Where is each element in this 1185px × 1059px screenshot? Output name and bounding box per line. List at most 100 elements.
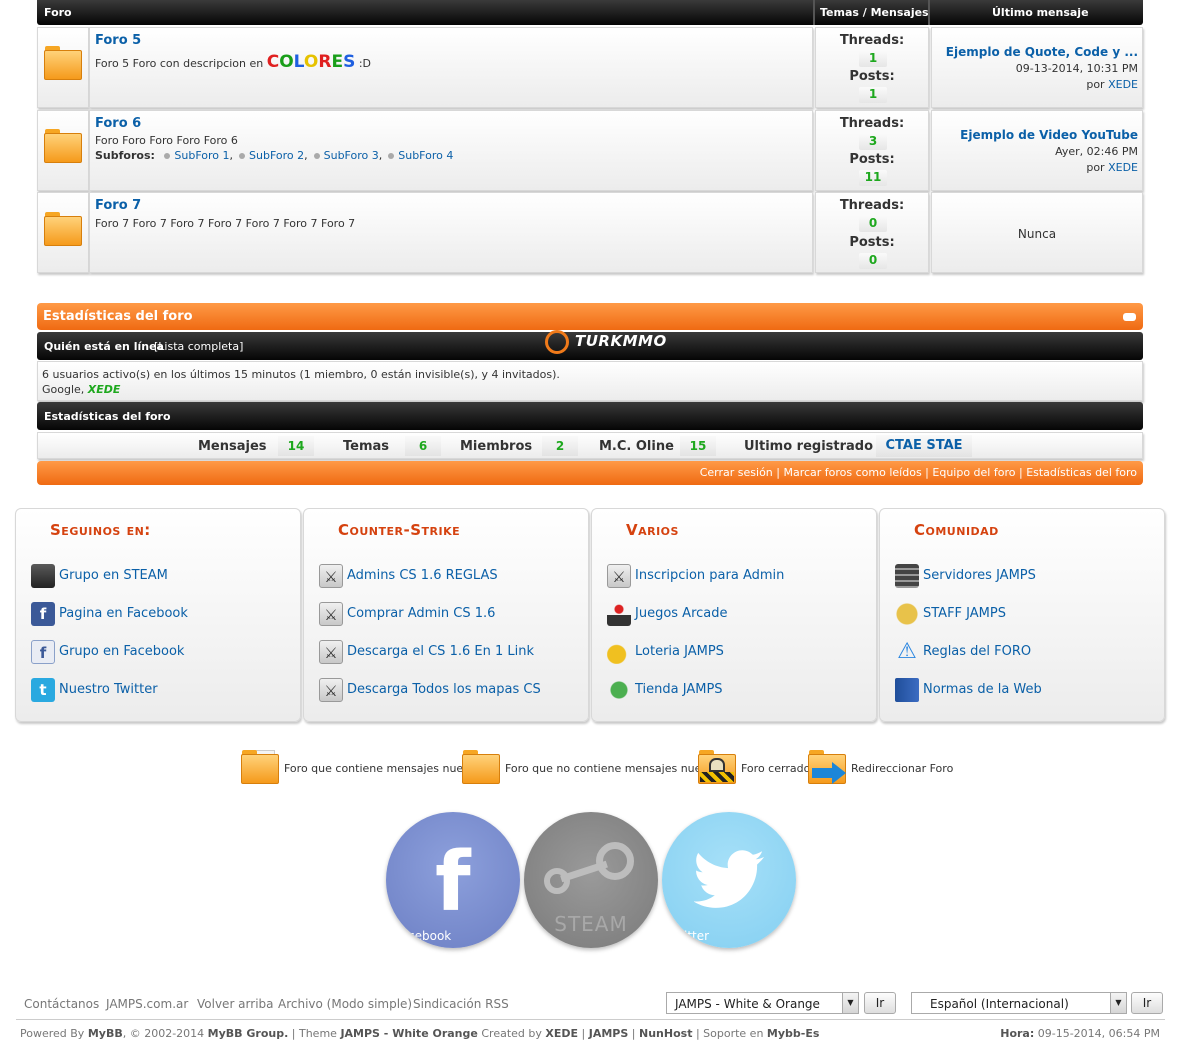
language-go-button[interactable]: Ir	[1131, 992, 1163, 1014]
folder-icon	[44, 46, 82, 80]
cs-icon: ⚔	[319, 564, 343, 588]
collapse-icon[interactable]	[1123, 313, 1136, 321]
subforum-link[interactable]: SubForo 3	[324, 149, 379, 162]
stats-footer-link[interactable]: Estadísticas del foro	[1026, 466, 1137, 479]
posts-label: Posts:	[849, 235, 895, 250]
footer-link[interactable]: JAMPS.com.ar	[106, 997, 188, 1011]
link-label: Inscripcion para Admin	[635, 568, 785, 583]
link-column-item[interactable]: ⚔ Descarga Todos los mapas CS	[319, 678, 584, 702]
link-column-item[interactable]: Tienda JAMPS	[607, 678, 872, 702]
link-column-item[interactable]: Juegos Arcade	[607, 602, 872, 626]
theme-name: JAMPS - White Orange	[340, 1027, 478, 1040]
twitter-social-button[interactable]: itter	[662, 812, 796, 948]
posts-label: Posts:	[849, 152, 895, 167]
forum-title-link[interactable]: Foro 7	[95, 198, 141, 213]
folder-new-icon	[241, 750, 279, 784]
link-column-item[interactable]: Loteria JAMPS	[607, 640, 872, 664]
footer-link[interactable]: Archivo (Modo simple)	[278, 997, 412, 1011]
link-column-item[interactable]: Normas de la Web	[895, 678, 1160, 702]
stat-label: M.C. Oline	[599, 439, 674, 454]
forum-description: Foro 5 Foro con descripcion en COLORES :…	[95, 52, 371, 72]
subforum-link[interactable]: SubForo 4	[398, 149, 453, 162]
cart-icon	[607, 678, 631, 702]
last-post-user[interactable]: XEDE	[1108, 161, 1138, 174]
footer-link[interactable]: Sindicación RSS	[413, 997, 509, 1011]
mybb-group-link[interactable]: MyBB Group.	[208, 1027, 289, 1040]
stats-footer-link[interactable]: Marcar foros como leídos	[783, 466, 921, 479]
server-icon	[895, 564, 919, 588]
subforum-link[interactable]: SubForo 1	[174, 149, 229, 162]
online-title: Quién está en línea	[44, 340, 164, 353]
facebook-social-button[interactable]: f cebook	[386, 812, 520, 948]
colorful-letter: L	[293, 52, 304, 72]
online-full-list-link[interactable]: [Lista completa]	[154, 340, 243, 353]
link-column-item[interactable]: ⚔ Inscripcion para Admin	[607, 564, 872, 588]
stat-value: 14	[278, 436, 314, 456]
twitter-icon: t	[31, 678, 55, 702]
steam-icon	[538, 840, 644, 898]
book-icon	[895, 678, 919, 702]
threads-count: 0	[859, 216, 887, 232]
last-post-link[interactable]: Ejemplo de Video YouTube	[960, 128, 1138, 142]
link-column-item[interactable]: ⚔ Descarga el CS 1.6 En 1 Link	[319, 640, 584, 664]
posts-count: 0	[859, 253, 887, 269]
folder-redirect-icon	[808, 750, 846, 784]
footer-link[interactable]: Volver arriba	[197, 997, 274, 1011]
link-column-item[interactable]: Servidores JAMPS	[895, 564, 1160, 588]
steam-social-button[interactable]: STEAM	[524, 812, 658, 948]
subforum-link[interactable]: SubForo 2	[249, 149, 304, 162]
stats-footer-link[interactable]: Cerrar sesión	[700, 466, 773, 479]
link-label: Loteria JAMPS	[635, 644, 724, 659]
last-post-user[interactable]: XEDE	[1108, 78, 1138, 91]
link-separator: |	[772, 466, 784, 479]
theme-select[interactable]: JAMPS - White & Orange ▼	[666, 992, 859, 1014]
last-post-by: por XEDE	[1086, 78, 1138, 91]
link-label: Grupo en Facebook	[59, 644, 185, 659]
stats-footer-bar: Cerrar sesión | Marcar foros como leídos…	[37, 461, 1143, 485]
threads-count: 1	[859, 51, 887, 67]
folder-icon	[462, 750, 500, 784]
link-label: Juegos Arcade	[635, 606, 728, 621]
online-user-link[interactable]: XEDE	[88, 383, 121, 396]
link-column-item[interactable]: ⚔ Comprar Admin CS 1.6	[319, 602, 584, 626]
link-separator: |	[1015, 466, 1027, 479]
link-column-item[interactable]: ⚔ Admins CS 1.6 REGLAS	[319, 564, 584, 588]
posts-count: 1	[859, 87, 887, 103]
last-post-date: Ayer, 02:46 PM	[1055, 145, 1138, 158]
jamps-link[interactable]: JAMPS	[589, 1027, 629, 1040]
link-column-item[interactable]: f Pagina en Facebook	[31, 602, 296, 626]
twitter-caption: itter	[684, 929, 710, 943]
joystick-icon	[607, 602, 631, 626]
forum-title-link[interactable]: Foro 5	[95, 33, 141, 48]
cs-icon: ⚔	[319, 678, 343, 702]
link-column-item[interactable]: ⚠ Reglas del FORO	[895, 640, 1160, 664]
link-column-item[interactable]: t Nuestro Twitter	[31, 678, 296, 702]
mybb-link[interactable]: MyBB	[88, 1027, 123, 1040]
facebook-icon: f	[435, 835, 471, 930]
colorful-letter: R	[318, 52, 332, 72]
author-link[interactable]: XEDE	[545, 1027, 578, 1040]
link-column-item[interactable]: f Grupo en Facebook	[31, 640, 296, 664]
online-users: Google, XEDE	[42, 383, 121, 396]
mybb-es-link[interactable]: Mybb-Es	[767, 1027, 820, 1040]
cs-icon: ⚔	[319, 640, 343, 664]
online-body: 6 usuarios activo(s) en los últimos 15 m…	[37, 361, 1143, 401]
link-column-item[interactable]: Grupo en STEAM	[31, 564, 296, 588]
link-label: Descarga el CS 1.6 En 1 Link	[347, 644, 534, 659]
stats-footer-link[interactable]: Equipo del foro	[932, 466, 1015, 479]
last-registered-user[interactable]: CTAE STAE	[876, 435, 972, 457]
header-threads-posts: Temas / Mensajes	[820, 6, 929, 19]
forum-title-link[interactable]: Foro 6	[95, 116, 141, 131]
powered-by: Powered By MyBB, © 2002-2014 MyBB Group.…	[20, 1027, 820, 1040]
steam-caption: STEAM	[554, 912, 628, 936]
theme-go-button[interactable]: Ir	[864, 992, 896, 1014]
host-link[interactable]: NunHost	[639, 1027, 692, 1040]
link-column-item[interactable]: STAFF JAMPS	[895, 602, 1160, 626]
footer-link[interactable]: Contáctanos	[24, 997, 99, 1011]
link-separator: |	[921, 466, 933, 479]
link-label: STAFF JAMPS	[923, 606, 1006, 621]
link-label: Pagina en Facebook	[59, 606, 188, 621]
language-select[interactable]: Español (Internacional) ▼	[911, 992, 1127, 1014]
colorful-letter: S	[343, 52, 356, 72]
last-post-link[interactable]: Ejemplo de Quote, Code y ...	[946, 45, 1138, 59]
